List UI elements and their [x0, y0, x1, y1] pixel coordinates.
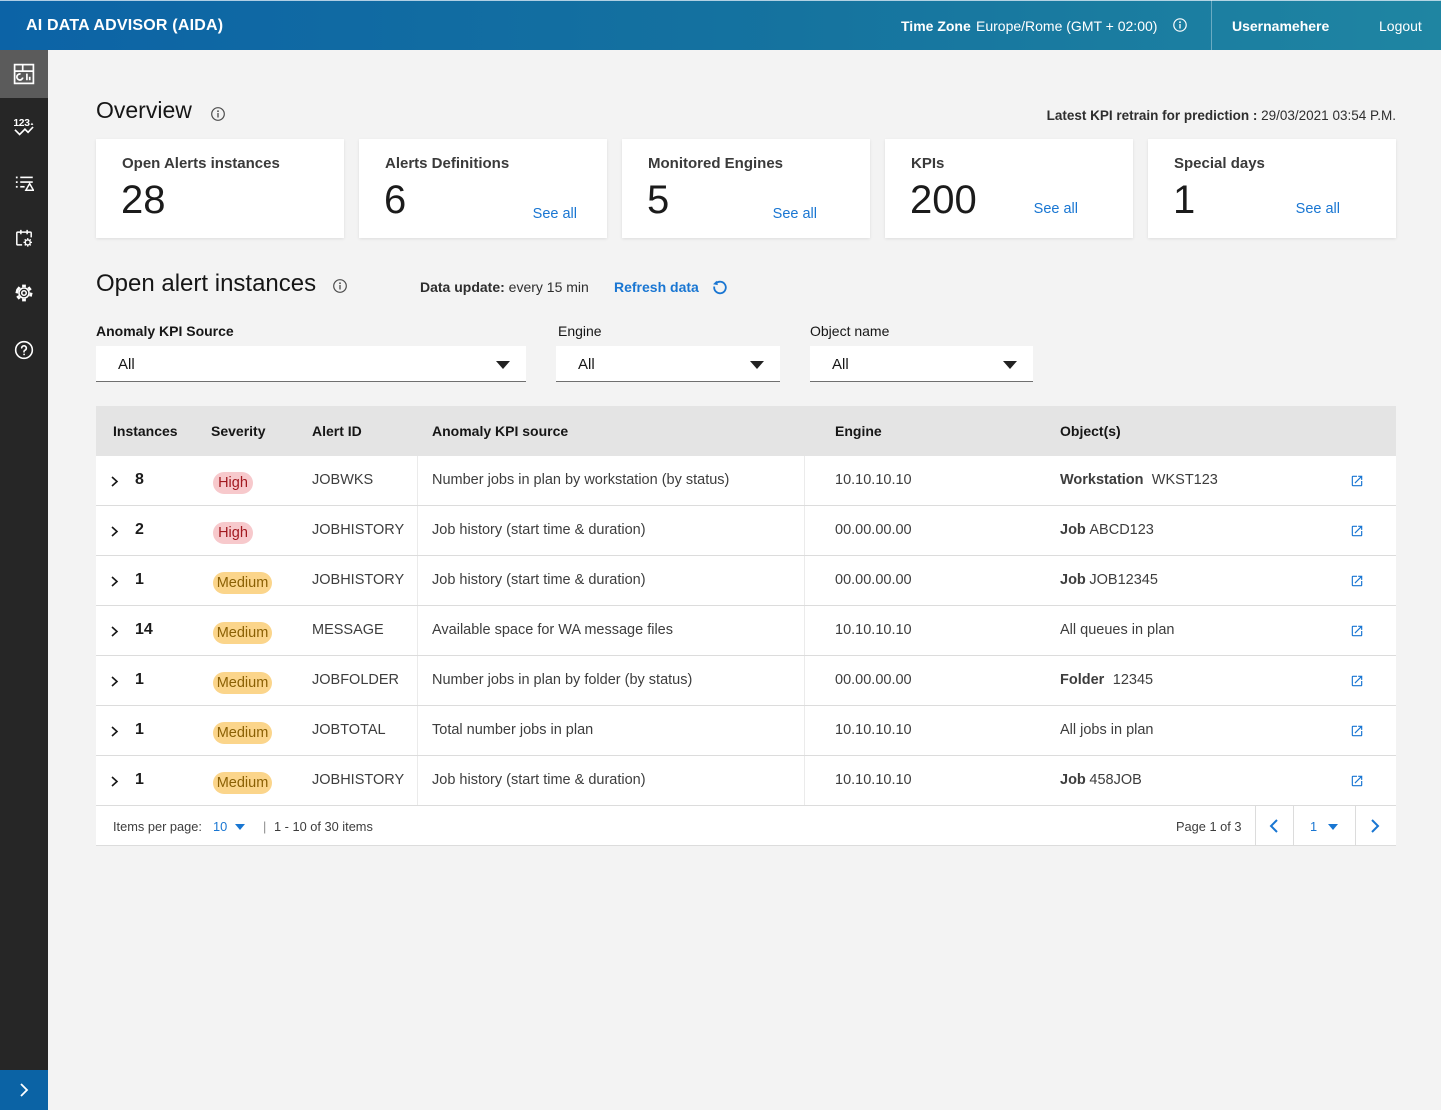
svg-text:123: 123	[14, 118, 30, 129]
